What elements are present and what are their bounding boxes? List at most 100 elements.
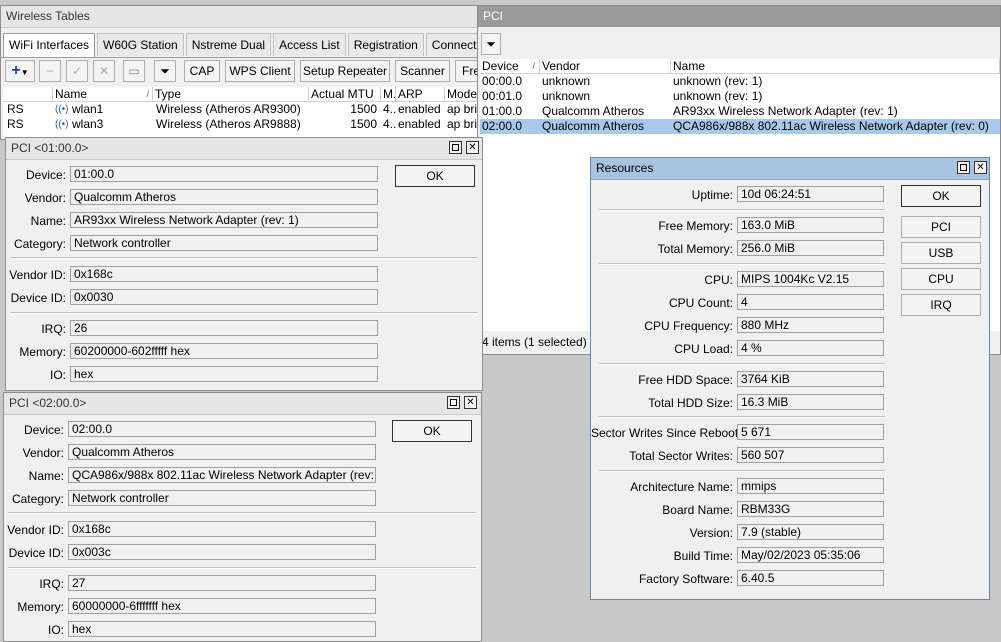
vendor-id-field[interactable]: 0x168c bbox=[70, 266, 378, 282]
table-row[interactable]: 00:00.0 unknown unknown (rev: 1) bbox=[480, 74, 1000, 89]
usb-button[interactable]: USB bbox=[901, 242, 981, 264]
column-header-device[interactable]: Device / bbox=[480, 59, 540, 74]
column-header-flags[interactable] bbox=[3, 87, 53, 102]
factory-software-field[interactable]: 6.40.5 bbox=[737, 570, 884, 586]
maximize-button[interactable] bbox=[957, 161, 970, 174]
column-header-name[interactable]: Name bbox=[671, 59, 1000, 74]
table-row[interactable]: RS ((•)) wlan1 Wireless (Atheros AR9300)… bbox=[3, 102, 479, 117]
free-memory-label: Free Memory: bbox=[658, 219, 733, 233]
row-device: 00:01.0 bbox=[482, 89, 523, 103]
total-memory-field[interactable]: 256.0 MiB bbox=[737, 240, 884, 256]
cpu-field[interactable]: MIPS 1004Kc V2.15 bbox=[737, 271, 884, 287]
wireless-tables-titlebar[interactable]: Wireless Tables bbox=[1, 6, 479, 28]
column-header-mode[interactable]: Mode bbox=[445, 87, 479, 102]
ok-button[interactable]: OK bbox=[901, 185, 981, 207]
ok-button[interactable]: OK bbox=[395, 165, 475, 187]
close-button[interactable]: ✕ bbox=[464, 396, 477, 409]
table-row[interactable]: 00:01.0 unknown unknown (rev: 1) bbox=[480, 89, 1000, 104]
maximize-button[interactable] bbox=[447, 396, 460, 409]
column-header-actual-mtu[interactable]: Actual MTU bbox=[309, 87, 381, 102]
remove-button[interactable]: − bbox=[39, 60, 61, 82]
category-field[interactable]: Network controller bbox=[70, 235, 378, 251]
vendor-field[interactable]: Qualcomm Atheros bbox=[70, 189, 378, 205]
disable-button[interactable]: ✕ bbox=[93, 60, 115, 82]
window-title: PCI <01:00.0> bbox=[11, 141, 89, 155]
tab-nstreme-dual[interactable]: Nstreme Dual bbox=[185, 33, 272, 56]
comment-button[interactable]: ▭ bbox=[123, 60, 145, 82]
filter-button[interactable]: ⏷ bbox=[154, 60, 176, 82]
scanner-button[interactable]: Scanner bbox=[395, 60, 450, 82]
total-hdd-field[interactable]: 16.3 MiB bbox=[737, 394, 884, 410]
device-id-field[interactable]: 0x0030 bbox=[70, 289, 378, 305]
pci-detail-titlebar[interactable]: PCI <01:00.0> ✕ bbox=[6, 138, 482, 160]
uptime-field[interactable]: 10d 06:24:51 bbox=[737, 186, 884, 202]
tab-registration[interactable]: Registration bbox=[347, 33, 424, 56]
io-field[interactable]: hex bbox=[68, 621, 376, 637]
device-field[interactable]: 02:00.0 bbox=[68, 421, 376, 437]
ok-button[interactable]: OK bbox=[392, 420, 472, 442]
build-time-field[interactable]: May/02/2023 05:35:06 bbox=[737, 547, 884, 563]
wireless-tables-window: Wireless Tables WiFi Interfaces W60G Sta… bbox=[0, 5, 480, 140]
device-id-field[interactable]: 0x003c bbox=[68, 544, 376, 560]
irq-field[interactable]: 26 bbox=[70, 320, 378, 336]
architecture-field[interactable]: mmips bbox=[737, 478, 884, 494]
pci-button[interactable]: PCI bbox=[901, 216, 981, 238]
column-header-vendor[interactable]: Vendor bbox=[540, 59, 671, 74]
device-id-label: Device ID: bbox=[8, 546, 64, 560]
enable-button[interactable]: ✓ bbox=[66, 60, 88, 82]
version-field[interactable]: 7.9 (stable) bbox=[737, 524, 884, 540]
irq-field[interactable]: 27 bbox=[68, 575, 376, 591]
tab-w60g-station[interactable]: W60G Station bbox=[97, 33, 184, 56]
vendor-field[interactable]: Qualcomm Atheros bbox=[68, 444, 376, 460]
setup-repeater-button[interactable]: Setup Repeater bbox=[300, 60, 390, 82]
column-header-arp[interactable]: ARP bbox=[396, 87, 445, 102]
table-row[interactable]: 01:00.0 Qualcomm Atheros AR93xx Wireless… bbox=[480, 104, 1000, 119]
close-button[interactable]: ✕ bbox=[466, 141, 479, 154]
memory-field[interactable]: 60000000-6fffffff hex bbox=[68, 598, 376, 614]
cap-button[interactable]: CAP bbox=[184, 60, 220, 82]
wps-client-button[interactable]: WPS Client bbox=[225, 60, 295, 82]
add-button[interactable]: +▼ bbox=[5, 60, 35, 82]
name-field[interactable]: AR93xx Wireless Network Adapter (rev: 1) bbox=[70, 212, 378, 228]
device-label: Device: bbox=[25, 168, 66, 182]
cpu-button[interactable]: CPU bbox=[901, 268, 981, 290]
free-hdd-field[interactable]: 3764 KiB bbox=[737, 371, 884, 387]
filter-button[interactable]: ⏷ bbox=[481, 33, 501, 55]
table-row[interactable]: RS ((•)) wlan3 Wireless (Atheros AR9888)… bbox=[3, 117, 479, 132]
column-header-name[interactable]: Name / bbox=[53, 87, 153, 102]
pci-list-titlebar[interactable]: PCI bbox=[478, 6, 1000, 27]
irq-button[interactable]: IRQ bbox=[901, 294, 981, 316]
column-header-m[interactable]: M... bbox=[381, 87, 396, 102]
memory-field[interactable]: 60200000-602fffff hex bbox=[70, 343, 378, 359]
name-field[interactable]: QCA986x/988x 802.11ac Wireless Network A… bbox=[68, 467, 376, 483]
cpu-count-field[interactable]: 4 bbox=[737, 294, 884, 310]
cpu-frequency-field[interactable]: 880 MHz bbox=[737, 317, 884, 333]
name-label: Name: bbox=[28, 469, 64, 483]
io-field[interactable]: hex bbox=[70, 366, 378, 382]
cpu-load-field[interactable]: 4 % bbox=[737, 340, 884, 356]
tab-connect-list[interactable]: Connect List bbox=[425, 33, 479, 56]
free-memory-field[interactable]: 163.0 MiB bbox=[737, 217, 884, 233]
pci-detail-window-2: PCI <02:00.0> ✕ OK Device: 02:00.0 Vendo… bbox=[3, 392, 482, 642]
vendor-id-field[interactable]: 0x168c bbox=[68, 521, 376, 537]
maximize-button[interactable] bbox=[449, 141, 462, 154]
table-row-selected[interactable]: 02:00.0 Qualcomm Atheros QCA986x/988x 80… bbox=[480, 119, 1000, 134]
category-field[interactable]: Network controller bbox=[68, 490, 376, 506]
close-button[interactable]: ✕ bbox=[974, 161, 987, 174]
tab-wifi-interfaces[interactable]: WiFi Interfaces bbox=[3, 33, 96, 58]
tab-access-list[interactable]: Access List bbox=[273, 33, 346, 56]
device-field[interactable]: 01:00.0 bbox=[70, 166, 378, 182]
device-id-label: Device ID: bbox=[10, 291, 66, 305]
sector-writes-reboot-field[interactable]: 5 671 bbox=[737, 424, 884, 440]
column-header-type[interactable]: Type bbox=[153, 87, 309, 102]
resources-titlebar[interactable]: Resources ✕ bbox=[591, 158, 989, 180]
separator bbox=[599, 363, 885, 365]
vendor-id-label: Vendor ID: bbox=[9, 268, 66, 282]
total-sector-writes-field[interactable]: 560 507 bbox=[737, 447, 884, 463]
architecture-label: Architecture Name: bbox=[630, 480, 733, 494]
board-name-field[interactable]: RBM33G bbox=[737, 501, 884, 517]
sort-icon: / bbox=[146, 89, 149, 99]
pci-detail-titlebar[interactable]: PCI <02:00.0> ✕ bbox=[4, 393, 481, 415]
row-name: wlan1 bbox=[72, 102, 104, 116]
row-name: QCA986x/988x 802.11ac Wireless Network A… bbox=[673, 119, 989, 133]
